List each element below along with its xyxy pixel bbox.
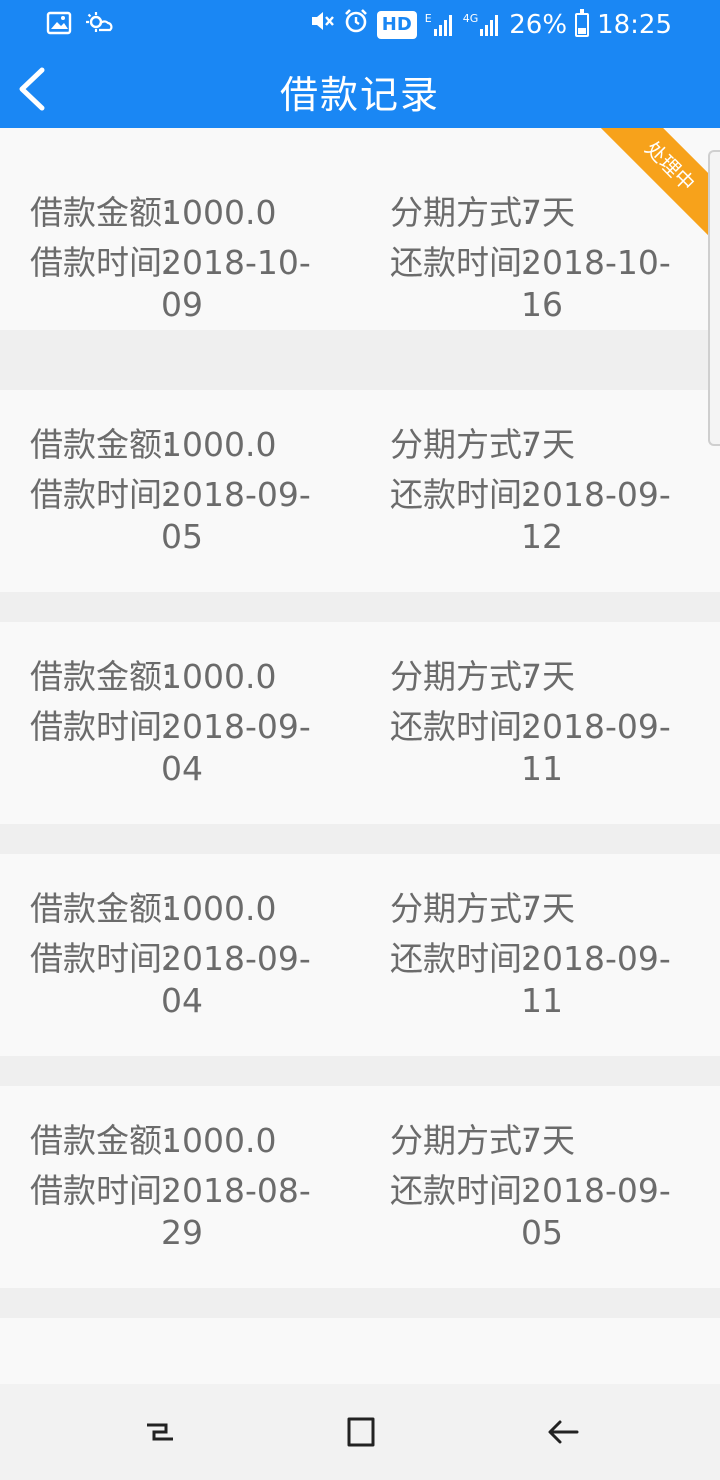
mute-icon [309, 8, 335, 41]
term-label: 分期方式: [390, 657, 534, 696]
repay-date-value: 2018-09-12 [521, 475, 671, 556]
nav-back-button[interactable] [543, 1412, 583, 1452]
borrow-date-value: 2018-10-09 [161, 243, 311, 324]
battery-percent: 26% [509, 9, 568, 40]
back-icon [548, 1420, 579, 1444]
term-value: 7天 [521, 193, 575, 232]
repay-date-value: 2018-09-11 [521, 939, 671, 1020]
amount-label: 借款金额: [30, 425, 174, 464]
signal-icon: E [425, 13, 455, 37]
repay-date-value: 2018-10-16 [521, 243, 671, 324]
recent-apps-button[interactable] [140, 1412, 180, 1452]
term-label: 分期方式: [390, 425, 534, 464]
amount-value: 1000.0 [161, 1121, 277, 1160]
battery-icon [575, 8, 590, 37]
loan-record-card[interactable]: 借款金额: 1000.0 分期方式: 7天 借款时间: 2018-09-04 还… [0, 622, 720, 824]
borrow-date-label: 借款时间: [30, 707, 174, 746]
loan-record-card[interactable]: 借款金额: 1000.0 分期方式: 7天 借款时间: 2018-09-05 还… [0, 390, 720, 592]
status-notifications [46, 10, 114, 40]
term-label: 分期方式: [390, 1121, 534, 1160]
borrow-date-value: 2018-08-29 [161, 1171, 311, 1252]
recent-apps-icon [147, 1423, 173, 1441]
amount-value: 1000.0 [161, 193, 277, 232]
page-title: 借款记录 [279, 73, 440, 117]
repay-date-value: 2018-09-11 [521, 707, 671, 788]
loan-record-card[interactable]: 借款金额: 1000.0 分期方式: 7天 借款时间: 2018-09-04 还… [0, 854, 720, 1056]
app-header: 借款记录 [0, 50, 720, 128]
amount-label: 借款金额: [30, 889, 174, 928]
amount-value: 1000.0 [161, 889, 277, 928]
term-value: 7天 [521, 657, 575, 696]
hd-badge: HD [376, 10, 417, 39]
amount-value: 1000.0 [161, 425, 277, 464]
amount-label: 借款金额: [30, 193, 174, 232]
term-value: 7天 [521, 1121, 575, 1160]
home-icon [347, 1417, 375, 1447]
borrow-date-label: 借款时间: [30, 1171, 174, 1210]
signal-icon: 4G [463, 13, 502, 37]
weather-icon [86, 10, 114, 40]
repay-date-label: 还款时间: [390, 707, 534, 746]
term-label: 分期方式: [390, 193, 534, 232]
clock: 18:25 [597, 9, 672, 40]
borrow-date-value: 2018-09-04 [161, 707, 311, 788]
term-label: 分期方式: [390, 889, 534, 928]
status-indicators: HD E 4G 26% 18:25 [309, 8, 672, 41]
loan-record-card[interactable]: 借款金额: 1000.0 分期方式: 7天 借款时间: 2018-08-29 还… [0, 1086, 720, 1288]
amount-value: 1000.0 [161, 657, 277, 696]
loan-record-card[interactable]: 借款金额: 1000.0 分期方式: 7天 借款时间: 2018-10-09 还… [0, 128, 720, 330]
term-value: 7天 [521, 889, 575, 928]
amount-label: 借款金额: [30, 1121, 174, 1160]
borrow-date-value: 2018-09-05 [161, 475, 311, 556]
borrow-date-value: 2018-09-04 [161, 939, 311, 1020]
image-icon [46, 10, 72, 40]
network-type-label: E [424, 11, 432, 25]
borrow-date-label: 借款时间: [30, 243, 174, 282]
system-navigation-bar [0, 1384, 720, 1480]
loan-record-card[interactable] [0, 1318, 720, 1384]
edge-panel-handle[interactable] [708, 150, 720, 446]
amount-label: 借款金额: [30, 657, 174, 696]
term-value: 7天 [521, 425, 575, 464]
repay-date-label: 还款时间: [390, 475, 534, 514]
home-button[interactable] [341, 1412, 381, 1452]
status-bar: HD E 4G 26% 18:25 [0, 0, 720, 50]
borrow-date-label: 借款时间: [30, 475, 174, 514]
alarm-icon [343, 8, 369, 41]
repay-date-label: 还款时间: [390, 939, 534, 978]
repay-date-label: 还款时间: [390, 1171, 534, 1210]
network-type-label: 4G [462, 11, 479, 25]
borrow-date-label: 借款时间: [30, 939, 174, 978]
repay-date-label: 还款时间: [390, 243, 534, 282]
repay-date-value: 2018-09-05 [521, 1171, 671, 1252]
